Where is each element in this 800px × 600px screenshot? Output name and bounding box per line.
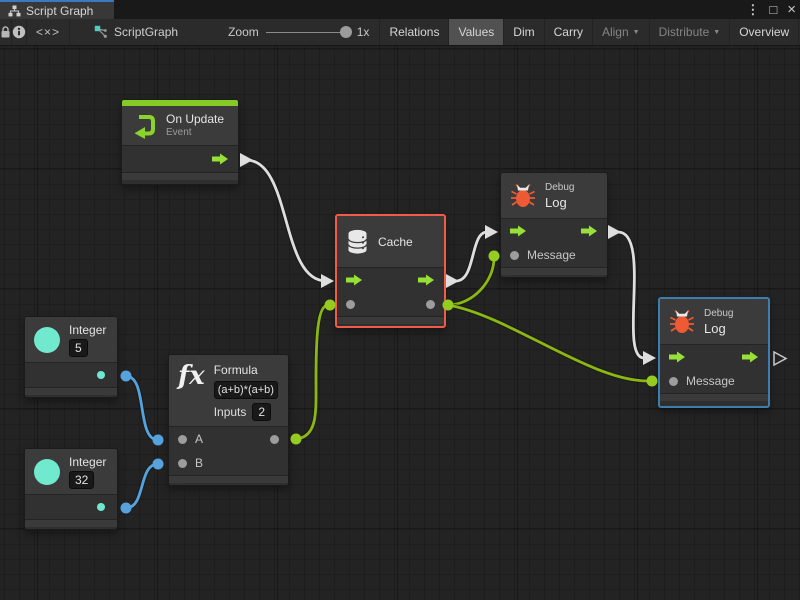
node-title: Log — [704, 321, 733, 336]
wire-value-formula-cache[interactable] — [291, 300, 336, 445]
node-debug-log-1[interactable]: Debug Log Message — [500, 172, 608, 278]
wire-flow-debug1-debug2[interactable] — [608, 225, 656, 365]
flow-output-port[interactable] — [581, 225, 598, 237]
node-title: Log — [545, 195, 574, 210]
flow-input-port[interactable] — [346, 274, 363, 286]
zoom-slider[interactable] — [266, 26, 350, 38]
carry-button[interactable]: Carry — [545, 19, 593, 45]
tab-title: Script Graph — [26, 4, 93, 18]
inputs-label: Inputs — [214, 405, 247, 419]
value-output-port[interactable] — [97, 503, 105, 511]
graph-breadcrumb[interactable]: ScriptGraph — [84, 19, 188, 45]
value-input-port[interactable] — [346, 300, 355, 309]
tab-script-graph[interactable]: Script Graph — [0, 0, 114, 19]
flow-output-port[interactable] — [742, 351, 759, 363]
input-a-port[interactable] — [178, 435, 187, 444]
input-b-port[interactable] — [178, 459, 187, 468]
node-title: Cache — [378, 235, 413, 249]
chevron-down-icon: ▼ — [713, 29, 720, 36]
bug-icon — [510, 183, 536, 209]
node-subtitle: Event — [166, 127, 224, 139]
integer-value-field[interactable]: 32 — [69, 471, 94, 489]
integer-type-icon — [34, 459, 60, 485]
graph-canvas[interactable]: On Update Event Cache — [0, 46, 800, 600]
code-preview-button[interactable]: <×> — [27, 19, 70, 45]
formula-expression-field[interactable]: (a+b)*(a+b) — [214, 381, 278, 399]
lock-icon — [0, 26, 11, 39]
formula-fx-icon: fx — [178, 363, 205, 389]
node-title: On Update — [166, 112, 224, 126]
relations-button[interactable]: Relations — [380, 19, 449, 45]
script-graph-icon — [94, 25, 108, 39]
port-label: A — [195, 432, 203, 446]
result-output-port[interactable] — [270, 435, 279, 444]
integer-value-field[interactable]: 5 — [69, 339, 88, 357]
zoom-value: 1x — [357, 25, 370, 39]
value-output-port[interactable] — [426, 300, 435, 309]
flow-input-port[interactable] — [510, 225, 527, 237]
zoom-slider-handle[interactable] — [340, 26, 352, 38]
message-input-port[interactable] — [669, 377, 678, 386]
graph-name-label: ScriptGraph — [114, 25, 178, 39]
bug-icon — [669, 309, 695, 335]
info-icon — [12, 25, 26, 39]
inputs-count-field[interactable]: 2 — [252, 403, 271, 421]
node-formula[interactable]: fx Formula (a+b)*(a+b) Inputs 2 A B — [168, 354, 289, 486]
zoom-label: Zoom — [228, 25, 259, 39]
window-maximize-icon[interactable]: □ — [769, 0, 777, 19]
wire-value-cache-debug2[interactable] — [443, 300, 658, 387]
node-cache[interactable]: Cache — [335, 214, 446, 328]
node-title: Formula — [214, 363, 278, 377]
message-input-port[interactable] — [510, 251, 519, 260]
node-integer-1[interactable]: Integer 5 — [24, 316, 118, 398]
distribute-dropdown[interactable]: Distribute▼ — [650, 19, 731, 45]
node-category: Debug — [704, 307, 733, 320]
wire-value-cache-debug1[interactable] — [448, 251, 500, 306]
wire-flow-cache-debug1[interactable] — [446, 225, 498, 288]
node-title: Integer — [69, 323, 106, 337]
wire-value-integer1-formula-a[interactable] — [121, 371, 164, 446]
graph-hierarchy-icon — [8, 5, 21, 17]
flow-output-port[interactable] — [418, 274, 435, 286]
align-dropdown[interactable]: Align▼ — [593, 19, 650, 45]
on-update-loop-icon — [131, 113, 157, 139]
port-label: Message — [527, 248, 576, 262]
values-button[interactable]: Values — [449, 19, 504, 45]
node-integer-2[interactable]: Integer 32 — [24, 448, 118, 530]
lock-button[interactable] — [0, 19, 12, 45]
unconnected-flow-port-triangle[interactable] — [774, 352, 786, 365]
wire-value-integer2-formula-b[interactable] — [121, 459, 164, 514]
window-close-icon[interactable]: × — [787, 0, 796, 19]
inspect-button[interactable] — [12, 19, 27, 45]
node-title: Integer — [69, 455, 106, 469]
overview-button[interactable]: Overview — [730, 19, 799, 45]
wire-flow-onupdate-cache[interactable] — [240, 153, 334, 288]
code-toggle-icon: <×> — [36, 25, 60, 39]
zoom-control: Zoom 1x — [218, 19, 379, 45]
integer-type-icon — [34, 327, 60, 353]
flow-output-port[interactable] — [212, 153, 229, 165]
database-icon — [346, 229, 369, 255]
node-category: Debug — [545, 181, 574, 194]
window-menu-icon[interactable]: ⋮ — [746, 0, 759, 19]
node-on-update[interactable]: On Update Event — [121, 99, 239, 185]
port-label: B — [195, 456, 203, 470]
graph-toolbar: <×> ScriptGraph Zoom 1x Relations Values… — [0, 19, 800, 46]
flow-input-port[interactable] — [669, 351, 686, 363]
value-output-port[interactable] — [97, 371, 105, 379]
dim-button[interactable]: Dim — [504, 19, 544, 45]
node-debug-log-2[interactable]: Debug Log Message — [658, 297, 770, 408]
window-titlebar: Script Graph ⋮ □ × — [0, 0, 800, 19]
port-label: Message — [686, 374, 735, 388]
chevron-down-icon: ▼ — [633, 29, 640, 36]
